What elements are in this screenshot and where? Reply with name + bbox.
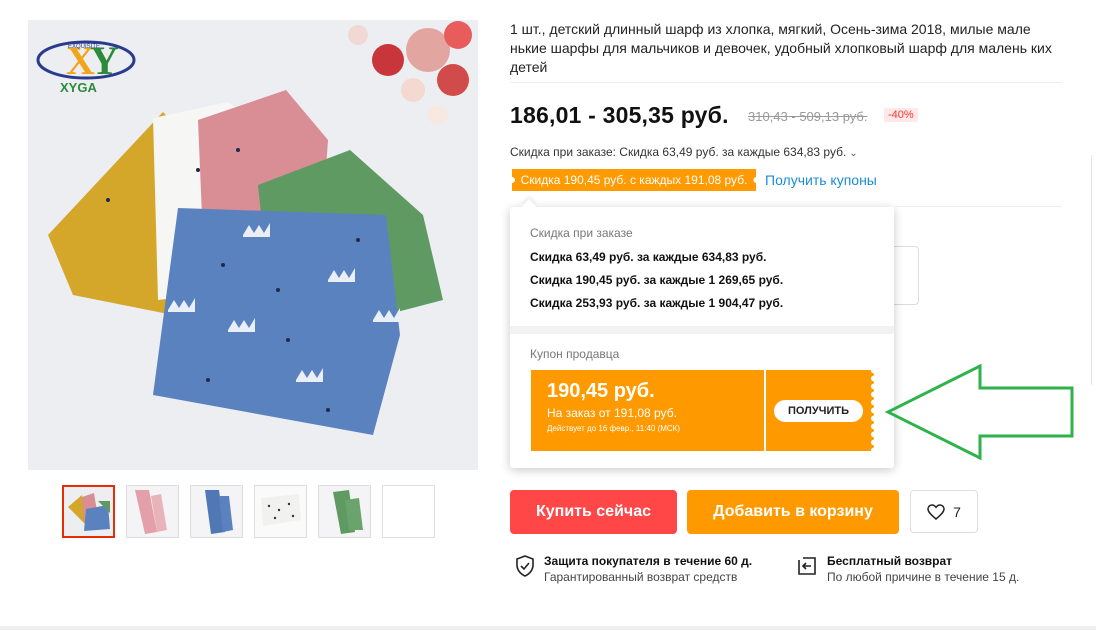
thumbnail-4[interactable] (254, 485, 307, 538)
thumbnail-6[interactable] (382, 485, 435, 538)
guarantee-subtitle: По любой причине в течение 15 д. (827, 570, 1020, 584)
divider (510, 82, 1062, 83)
get-coupons-link[interactable]: Получить купоны (765, 172, 877, 188)
coupon-action: ПОЛУЧИТЬ (766, 370, 874, 451)
old-price: 310,43 - 509,13 руб. (748, 109, 868, 124)
bulk-discount-text: Скидка при заказе: Скидка 63,49 руб. за … (510, 145, 847, 159)
coupon-info: 190,45 руб. На заказ от 191,08 руб. Дейс… (531, 370, 764, 451)
coupon-popup: Скидка при заказе Скидка 63,49 руб. за к… (510, 198, 894, 468)
annotation-arrow-icon (884, 363, 1074, 461)
bulk-discount-row: Скидка 190,45 руб. за каждые 1 269,65 ру… (530, 273, 784, 287)
divider (895, 206, 1062, 207)
buy-now-button[interactable]: Купить сейчас (510, 490, 677, 534)
thumbnail-2[interactable] (126, 485, 179, 538)
shield-check-icon (516, 555, 534, 577)
thumbnail-3[interactable] (190, 485, 243, 538)
heart-icon (927, 503, 945, 520)
wishlist-count: 7 (953, 503, 961, 520)
svg-text:EXQUISITE: EXQUISITE (68, 44, 100, 50)
wishlist-button[interactable]: 7 (910, 490, 978, 533)
buyer-protection: Защита покупателя в течение 60 д. Гарант… (514, 554, 752, 585)
svg-text:XYGA: XYGA (60, 80, 97, 95)
main-product-image[interactable]: X Y EXQUISITE XYGA (28, 20, 478, 470)
coupon-amount: 190,45 руб. (547, 380, 655, 402)
bulk-discount-row: Скидка 253,93 руб. за каждые 1 904,47 ру… (530, 296, 784, 310)
thumbnail-strip (62, 485, 435, 538)
side-panel-edge (1091, 155, 1096, 385)
coupon-tag[interactable]: Скидка 190,45 руб. с каждых 191,08 руб. (512, 169, 756, 191)
return-box-icon (798, 557, 816, 575)
discount-badge: -40% (884, 108, 918, 122)
guarantee-title: Защита покупателя в течение 60 д. (544, 554, 753, 568)
seller-coupon-heading: Купон продавца (530, 347, 620, 361)
coupon-validity: Действует до 16 февр., 11:40 (МСК) (547, 424, 680, 433)
chevron-down-icon: ⌄ (849, 148, 858, 159)
divider (510, 326, 894, 334)
guarantee-title: Бесплатный возврат (827, 554, 953, 568)
thumbnail-1[interactable] (62, 485, 115, 538)
product-title: 1 шт., детский длинный шарф из хлопка, м… (510, 21, 1052, 75)
popup-pointer (521, 198, 537, 214)
bulk-discount-dropdown[interactable]: Скидка при заказе: Скидка 63,49 руб. за … (510, 145, 858, 159)
free-return: Бесплатный возврат По любой причине в те… (795, 554, 1019, 585)
coupon-minimum: На заказ от 191,08 руб. (547, 406, 677, 420)
thumbnail-5[interactable] (318, 485, 371, 538)
guarantee-subtitle: Гарантированный возврат средств (544, 570, 738, 584)
price: 186,01 - 305,35 руб. (510, 102, 729, 128)
brand-logo: X Y EXQUISITE XYGA (36, 38, 136, 95)
bulk-discount-heading: Скидка при заказе (530, 226, 633, 240)
get-coupon-button[interactable]: ПОЛУЧИТЬ (774, 400, 863, 422)
bulk-discount-row: Скидка 63,49 руб. за каждые 634,83 руб. (530, 250, 767, 264)
add-to-cart-button[interactable]: Добавить в корзину (687, 490, 899, 534)
seller-coupon-card: 190,45 руб. На заказ от 191,08 руб. Дейс… (531, 370, 874, 451)
page-bottom-divider (0, 626, 1096, 630)
